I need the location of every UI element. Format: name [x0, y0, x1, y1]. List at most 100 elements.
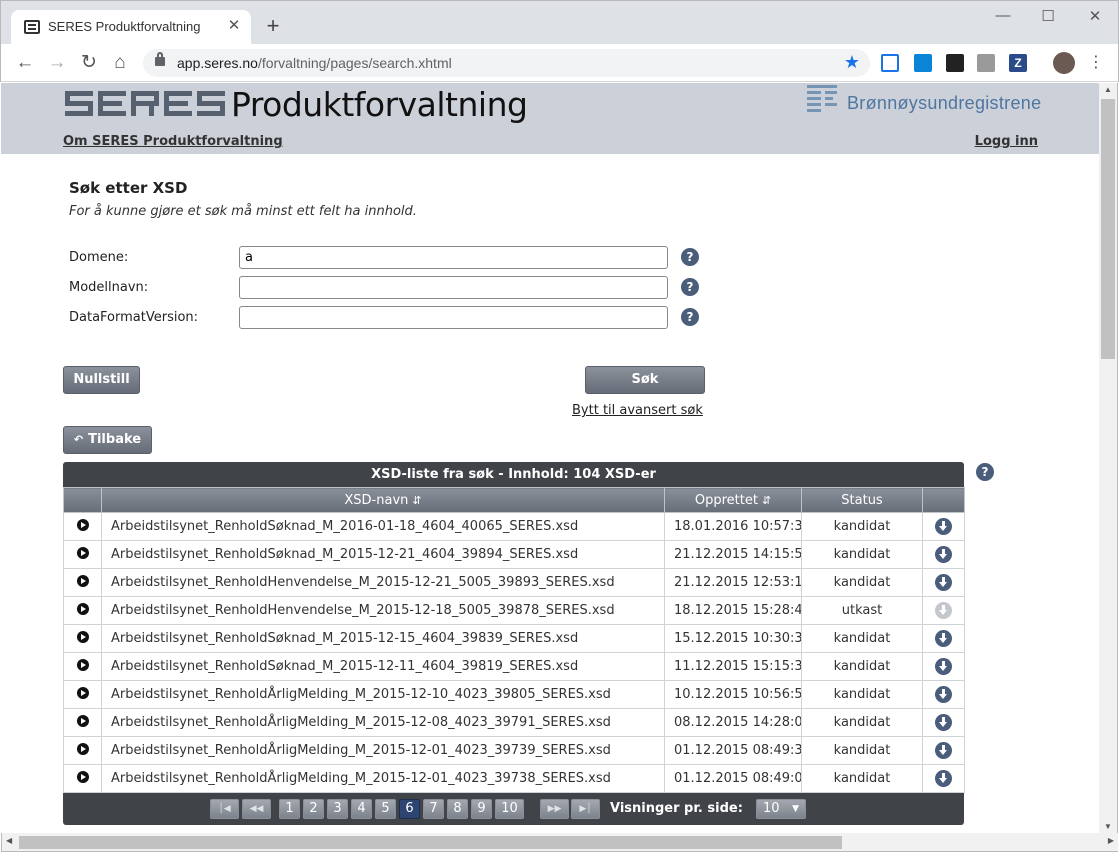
rows-per-page-select[interactable]: 10 ▼	[756, 799, 806, 819]
xsd-name-column-header[interactable]: XSD-navn ⇵	[101, 487, 665, 513]
login-link[interactable]: Logg inn	[975, 134, 1038, 149]
expand-icon[interactable]	[76, 770, 89, 783]
expand-icon[interactable]	[76, 714, 89, 727]
scroll-thumb[interactable]	[1101, 99, 1115, 359]
page-button[interactable]: 9	[471, 799, 492, 819]
zotero-icon[interactable]: Z	[1009, 54, 1027, 72]
expand-cell[interactable]	[63, 764, 102, 793]
sort-icon[interactable]: ⇵	[412, 494, 421, 507]
modellnavn-input[interactable]	[239, 276, 668, 299]
download-cell[interactable]	[922, 680, 965, 709]
table-row[interactable]: Arbeidstilsynet_RenholdHenvendelse_M_201…	[63, 596, 965, 625]
pdf-icon[interactable]	[946, 54, 964, 72]
page-button[interactable]: 2	[303, 799, 324, 819]
domene-input[interactable]	[239, 246, 668, 269]
scroll-up-icon[interactable]: ▲	[1104, 85, 1112, 94]
minimize-icon[interactable]: —	[991, 7, 1015, 24]
reset-button[interactable]: Nullstill	[63, 366, 140, 394]
download-cell[interactable]	[922, 512, 965, 541]
page-button[interactable]: 1	[279, 799, 300, 819]
scroll-left-icon[interactable]: ◀	[6, 836, 12, 845]
expand-cell[interactable]	[63, 708, 102, 737]
download-icon[interactable]	[935, 574, 952, 591]
tab-close-icon[interactable]: ✕	[225, 17, 243, 35]
page-button[interactable]: 3	[327, 799, 348, 819]
expand-icon[interactable]	[76, 658, 89, 671]
download-icon[interactable]	[935, 658, 952, 675]
help-icon[interactable]: ?	[681, 308, 699, 326]
help-icon[interactable]: ?	[976, 463, 994, 481]
table-row[interactable]: Arbeidstilsynet_RenholdSøknad_M_2015-12-…	[63, 624, 965, 653]
download-icon[interactable]	[935, 518, 952, 535]
download-icon[interactable]	[935, 770, 952, 787]
scroll-down-icon[interactable]: ▼	[1104, 822, 1112, 831]
download-cell[interactable]	[922, 540, 965, 569]
prev-page-icon[interactable]: ◀◀	[242, 799, 271, 819]
reload-icon[interactable]: ↻	[77, 51, 101, 75]
advanced-search-link[interactable]: Bytt til avansert søk	[572, 403, 703, 418]
scroll-thumb[interactable]	[19, 836, 842, 849]
help-icon[interactable]: ?	[681, 278, 699, 296]
back-button[interactable]: ↶ Tilbake	[63, 426, 152, 454]
back-arrow-icon[interactable]: ←	[13, 51, 37, 75]
expand-icon[interactable]	[76, 630, 89, 643]
page-button[interactable]: 7	[423, 799, 444, 819]
browser-tab[interactable]: SERES Produktforvaltning ✕	[11, 10, 251, 45]
scroll-right-icon[interactable]: ▶	[1108, 836, 1114, 845]
download-cell[interactable]	[922, 764, 965, 793]
table-row[interactable]: Arbeidstilsynet_RenholdÅrligMelding_M_20…	[63, 708, 965, 737]
windows-extension-icon[interactable]	[881, 54, 899, 72]
dataformatversion-input[interactable]	[239, 306, 668, 329]
home-icon[interactable]: ⌂	[108, 51, 132, 75]
table-row[interactable]: Arbeidstilsynet_RenholdHenvendelse_M_201…	[63, 568, 965, 597]
download-icon[interactable]	[935, 686, 952, 703]
table-row[interactable]: Arbeidstilsynet_RenholdÅrligMelding_M_20…	[63, 764, 965, 793]
page-button[interactable]: 10	[495, 799, 524, 819]
expand-cell[interactable]	[63, 512, 102, 541]
horizontal-scrollbar[interactable]: ◀ ▶	[1, 833, 1118, 852]
vertical-scrollbar[interactable]: ▲ ▼	[1099, 83, 1118, 833]
table-row[interactable]: Arbeidstilsynet_RenholdÅrligMelding_M_20…	[63, 736, 965, 765]
expand-cell[interactable]	[63, 596, 102, 625]
windows-logo-icon[interactable]	[914, 54, 932, 72]
page-button[interactable]: 8	[447, 799, 468, 819]
expand-icon[interactable]	[76, 546, 89, 559]
expand-icon[interactable]	[76, 518, 89, 531]
help-icon[interactable]: ?	[681, 248, 699, 266]
expand-icon[interactable]	[76, 686, 89, 699]
expand-cell[interactable]	[63, 568, 102, 597]
browser-menu-icon[interactable]: ⋮	[1088, 53, 1104, 73]
download-icon[interactable]	[935, 546, 952, 563]
new-tab-button[interactable]: +	[261, 15, 285, 39]
table-row[interactable]: Arbeidstilsynet_RenholdSøknad_M_2016-01-…	[63, 512, 965, 541]
expand-cell[interactable]	[63, 624, 102, 653]
about-link[interactable]: Om SERES Produktforvaltning	[63, 134, 283, 149]
download-cell[interactable]	[922, 708, 965, 737]
table-row[interactable]: Arbeidstilsynet_RenholdSøknad_M_2015-12-…	[63, 540, 965, 569]
expand-cell[interactable]	[63, 680, 102, 709]
table-row[interactable]: Arbeidstilsynet_RenholdÅrligMelding_M_20…	[63, 680, 965, 709]
bookmark-star-icon[interactable]: ★	[844, 52, 860, 73]
forward-arrow-icon[interactable]: →	[45, 51, 69, 75]
page-button[interactable]: 6	[399, 799, 420, 819]
expand-cell[interactable]	[63, 652, 102, 681]
created-column-header[interactable]: Opprettet ⇵	[664, 487, 802, 513]
window-close-icon[interactable]: ✕	[1083, 7, 1107, 25]
table-row[interactable]: Arbeidstilsynet_RenholdSøknad_M_2015-12-…	[63, 652, 965, 681]
first-page-icon[interactable]: │◀	[210, 799, 239, 819]
expand-cell[interactable]	[63, 540, 102, 569]
download-icon[interactable]	[935, 714, 952, 731]
last-page-icon[interactable]: ▶│	[571, 799, 600, 819]
expand-icon[interactable]	[76, 602, 89, 615]
search-button[interactable]: Søk	[585, 366, 705, 394]
next-page-icon[interactable]: ▶▶	[540, 799, 569, 819]
download-icon[interactable]	[935, 630, 952, 647]
download-cell[interactable]	[922, 624, 965, 653]
expand-icon[interactable]	[76, 742, 89, 755]
download-cell[interactable]	[922, 568, 965, 597]
page-button[interactable]: 5	[375, 799, 396, 819]
download-icon[interactable]	[935, 742, 952, 759]
download-cell[interactable]	[922, 652, 965, 681]
maximize-icon[interactable]: ☐	[1036, 7, 1060, 25]
sort-icon[interactable]: ⇵	[762, 494, 771, 507]
